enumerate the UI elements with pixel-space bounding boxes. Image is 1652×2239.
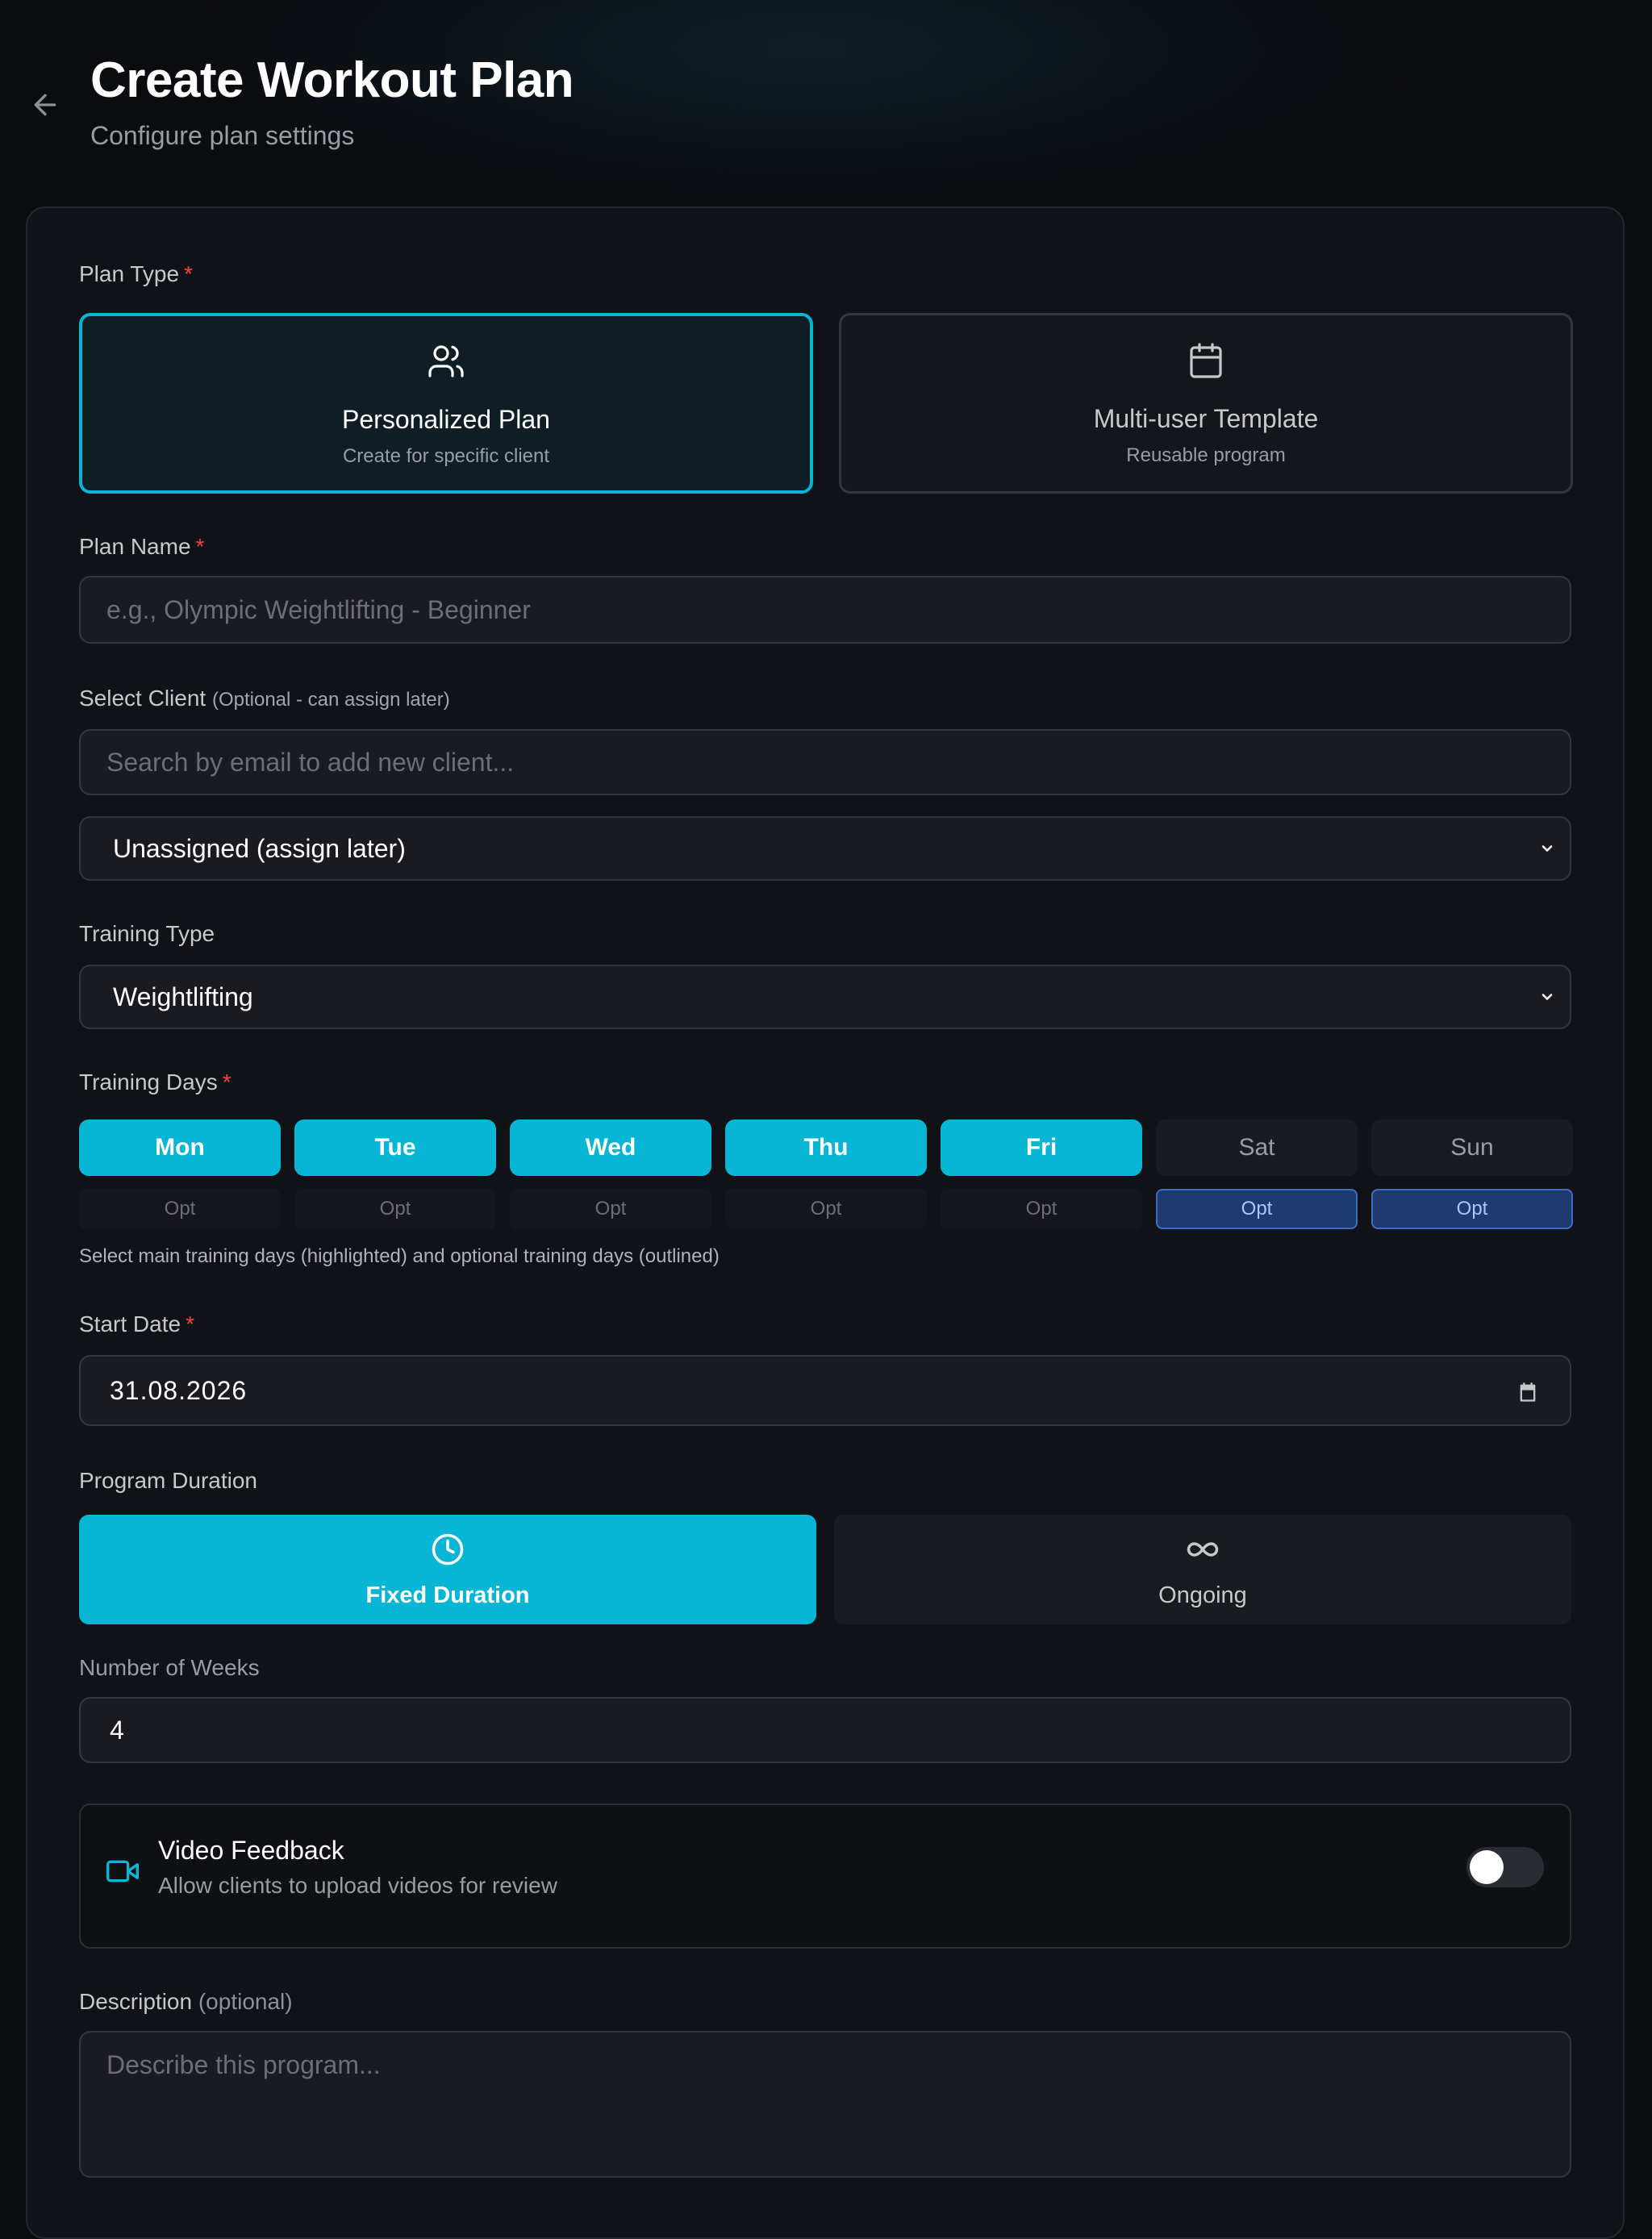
day-sun-button[interactable]: Sun (1371, 1120, 1573, 1176)
video-feedback-toggle[interactable] (1466, 1847, 1544, 1887)
page-subtitle: Configure plan settings (90, 121, 355, 150)
plan-type-label: Plan Type * (79, 261, 193, 287)
plan-option-template[interactable]: Multi-user Template Reusable program (839, 313, 1573, 494)
day-mon-button[interactable]: Mon (79, 1120, 281, 1176)
training-type-value: Weightlifting (113, 982, 253, 1011)
plan-name-label-text: Plan Name (79, 534, 191, 559)
description-textarea[interactable]: Describe this program... (79, 2031, 1571, 2178)
video-feedback-subtitle: Allow clients to upload videos for revie… (158, 1873, 557, 1898)
plan-form-card: Plan Type * Personalized Plan Create for … (26, 206, 1625, 2239)
start-date-input[interactable]: 31.08.2026 (79, 1355, 1571, 1426)
day-fri-optional-toggle[interactable]: Opt (941, 1189, 1142, 1229)
infinity-icon (1187, 1542, 1219, 1557)
training-days-hint: Select main training days (highlighted) … (79, 1245, 720, 1267)
duration-label: Program Duration (79, 1468, 257, 1493)
training-type-select[interactable]: Weightlifting (79, 965, 1571, 1029)
plan-name-input[interactable]: e.g., Olympic Weightlifting - Beginner (79, 576, 1571, 644)
plan-option-subtitle: Reusable program (1126, 444, 1286, 466)
client-select[interactable]: Unassigned (assign later) (79, 816, 1571, 881)
weeks-label: Number of Weeks (79, 1655, 260, 1680)
description-label: Description (optional) (79, 1989, 293, 2015)
day-sat-button[interactable]: Sat (1156, 1120, 1358, 1176)
plan-name-label: Plan Name * (79, 534, 204, 560)
calendar-icon (1190, 343, 1222, 378)
required-marker: * (184, 261, 193, 286)
back-button[interactable] (26, 85, 65, 124)
day-fri-button[interactable]: Fri (941, 1120, 1142, 1176)
day-wed-button[interactable]: Wed (510, 1120, 711, 1176)
toggle-knob (1470, 1850, 1504, 1884)
plan-option-title: Personalized Plan (342, 405, 550, 434)
day-tue-optional-toggle[interactable]: Opt (294, 1189, 496, 1229)
description-label-text: Description (79, 1989, 193, 2014)
plan-option-subtitle: Create for specific client (342, 445, 550, 467)
page-header: Create Workout Plan Configure plan setti… (0, 0, 1652, 194)
users-icon (428, 345, 464, 377)
chevron-down-icon (1541, 994, 1553, 1000)
client-label-note: (Optional - can assign later) (211, 689, 450, 711)
day-thu-button[interactable]: Thu (725, 1120, 927, 1176)
chevron-down-icon (1541, 845, 1553, 852)
day-tue-button[interactable]: Tue (294, 1120, 496, 1176)
duration-fixed-button[interactable]: Fixed Duration (79, 1515, 816, 1624)
client-label: Select Client (Optional - can assign lat… (79, 686, 450, 711)
training-days-label-text: Training Days (79, 1069, 218, 1094)
day-sat-optional-toggle[interactable]: Opt (1156, 1189, 1358, 1229)
client-label-text: Select Client (79, 686, 206, 711)
video-feedback-title: Video Feedback (158, 1836, 344, 1865)
required-marker: * (186, 1311, 194, 1336)
required-marker: * (195, 534, 205, 559)
day-sun-optional-toggle[interactable]: Opt (1371, 1189, 1573, 1229)
training-type-label: Training Type (79, 921, 215, 946)
start-date-label: Start Date * (79, 1311, 194, 1337)
video-feedback-panel: Video Feedback Allow clients to upload v… (79, 1803, 1571, 1949)
clock-icon (432, 1533, 464, 1566)
day-mon-optional-toggle[interactable]: Opt (79, 1189, 281, 1229)
client-select-value: Unassigned (assign later) (113, 833, 406, 863)
plan-type-label-text: Plan Type (79, 261, 180, 286)
day-thu-optional-toggle[interactable]: Opt (725, 1189, 927, 1229)
arrow-left-icon (34, 94, 56, 116)
day-wed-optional-toggle[interactable]: Opt (510, 1189, 711, 1229)
description-label-note: (optional) (198, 1989, 293, 2014)
weeks-input[interactable]: 4 (79, 1697, 1571, 1763)
required-marker: * (222, 1069, 232, 1094)
training-days-label: Training Days * (79, 1069, 232, 1095)
plan-option-personalized[interactable]: Personalized Plan Create for specific cl… (79, 313, 813, 494)
duration-option-label: Fixed Duration (365, 1582, 530, 1608)
calendar-picker-icon[interactable] (1516, 1381, 1539, 1403)
start-date-label-text: Start Date (79, 1311, 181, 1336)
duration-ongoing-button[interactable]: Ongoing (834, 1515, 1571, 1624)
duration-option-label: Ongoing (1158, 1582, 1247, 1608)
client-search-input[interactable]: Search by email to add new client... (79, 729, 1571, 795)
page-title: Create Workout Plan (90, 52, 574, 108)
plan-option-title: Multi-user Template (1093, 404, 1319, 433)
video-camera-icon (106, 1860, 139, 1883)
start-date-value: 31.08.2026 (110, 1375, 248, 1405)
